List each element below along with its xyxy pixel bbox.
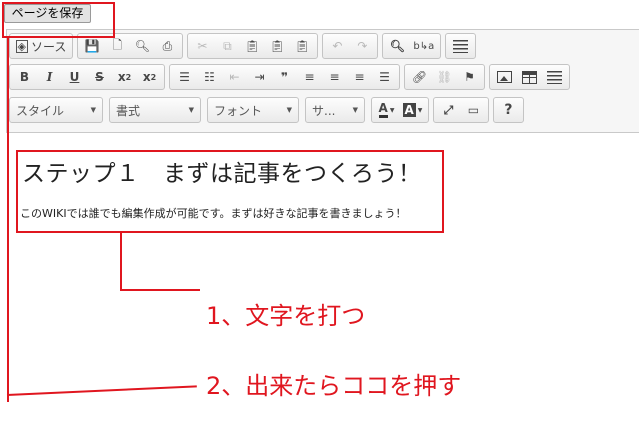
save-icon[interactable]: 💾 <box>80 35 104 57</box>
toolbar-row-3: スタイル ▼ 書式 ▼ フォント ▼ サ... ▼ A ▼ A ▼ ⤢ ▭ ? <box>9 96 528 124</box>
table-icon[interactable] <box>518 66 542 88</box>
style-dropdown[interactable]: スタイル ▼ <box>9 97 103 123</box>
help-button[interactable]: ? <box>496 99 520 121</box>
toolbar-group-basicstyles: B I U S x2 x2 <box>9 64 165 90</box>
toolbar-group-colors: A ▼ A ▼ <box>371 97 429 123</box>
chevron-down-icon: ▼ <box>188 106 194 114</box>
superscript-mark: 2 <box>150 72 157 82</box>
source-button[interactable]: ◈ ソース <box>13 35 70 57</box>
align-justify-icon[interactable]: ☰ <box>373 66 397 88</box>
numbered-list-icon[interactable]: ☰ <box>173 66 197 88</box>
source-icon: ◈ <box>15 39 28 53</box>
chevron-down-icon: ▼ <box>389 106 395 114</box>
toolbar-group-paragraph: ☰ ☷ ⇤ ⇥ ❞ ≡ ≡ ≡ ☰ <box>169 64 400 90</box>
horizontal-rule-icon[interactable] <box>543 66 567 88</box>
strikethrough-button[interactable]: S <box>88 66 112 88</box>
image-icon[interactable] <box>493 66 517 88</box>
toolbar-group-find: 🔍︎ b↳a <box>381 33 441 59</box>
subscript-base: x <box>117 70 126 84</box>
chevron-down-icon: ▼ <box>417 106 423 114</box>
chevron-down-icon: ▼ <box>286 106 292 114</box>
source-label: ソース <box>30 39 67 54</box>
align-left-icon[interactable]: ≡ <box>298 66 322 88</box>
annotation-step-2: 2、出来たらココを押す <box>206 372 462 400</box>
indent-icon[interactable]: ⇥ <box>248 66 272 88</box>
text-color-icon: A <box>378 102 388 118</box>
toolbar-group-clipboard: ✂ ⧉ 📋︎ 📋︎ 📋︎ <box>186 33 318 59</box>
unlink-icon[interactable]: ⛓ <box>433 66 457 88</box>
toolbar-group-tools: ⤢ ▭ <box>432 97 489 123</box>
undo-icon[interactable]: ↶ <box>325 35 349 57</box>
format-dropdown[interactable]: 書式 ▼ <box>109 97 201 123</box>
editor-toolbar: ◈ ソース 💾 🗋 🔍︎ ⎙ ✂ ⧉ 📋︎ 📋︎ 📋︎ ↶ ↷ 🔍︎ b↳a B… <box>6 29 639 133</box>
superscript-base: x <box>142 70 151 84</box>
bg-color-icon: A <box>402 103 416 117</box>
underline-button[interactable]: U <box>63 66 87 88</box>
maximize-icon[interactable]: ⤢ <box>436 99 460 121</box>
format-dropdown-label: 書式 <box>116 103 141 118</box>
paste-word-icon[interactable]: 📋︎ <box>290 35 314 57</box>
bold-button[interactable]: B <box>13 66 37 88</box>
align-right-icon[interactable]: ≡ <box>348 66 372 88</box>
save-button-highlight <box>2 2 115 38</box>
font-dropdown-label: フォント <box>214 103 263 118</box>
toolbar-group-help: ? <box>492 97 524 123</box>
print-icon[interactable]: ⎙ <box>155 35 179 57</box>
toolbar-group-select <box>444 33 476 59</box>
style-dropdown-label: スタイル <box>16 103 65 118</box>
annotation-line-2 <box>7 38 9 402</box>
font-dropdown[interactable]: フォント ▼ <box>207 97 299 123</box>
blockquote-button[interactable]: ❞ <box>273 66 297 88</box>
paste-icon[interactable]: 📋︎ <box>240 35 264 57</box>
subscript-mark: 2 <box>125 72 132 82</box>
bulleted-list-icon[interactable]: ☷ <box>198 66 222 88</box>
annotation-step-1: 1、文字を打つ <box>206 302 366 330</box>
paste-text-icon[interactable]: 📋︎ <box>265 35 289 57</box>
annotation-line-1 <box>120 233 122 291</box>
find-icon[interactable]: 🔍︎ <box>385 35 409 57</box>
outdent-icon[interactable]: ⇤ <box>223 66 247 88</box>
toolbar-group-undo: ↶ ↷ <box>321 33 378 59</box>
replace-icon[interactable]: b↳a <box>410 35 437 57</box>
size-dropdown[interactable]: サ... ▼ <box>305 97 365 123</box>
content-highlight <box>16 150 444 233</box>
chevron-down-icon: ▼ <box>352 106 358 114</box>
copy-icon[interactable]: ⧉ <box>215 35 239 57</box>
anchor-flag-icon[interactable]: ⚑ <box>458 66 482 88</box>
toolbar-group-links: 🔗︎ ⛓ ⚑ <box>404 64 485 90</box>
redo-icon[interactable]: ↷ <box>350 35 374 57</box>
chevron-down-icon: ▼ <box>90 106 96 114</box>
annotation-line-1b <box>120 289 200 291</box>
superscript-button[interactable]: x2 <box>138 66 162 88</box>
text-color-button[interactable]: A ▼ <box>375 99 399 121</box>
new-page-icon[interactable]: 🗋 <box>105 35 129 57</box>
show-blocks-icon[interactable]: ▭ <box>461 99 485 121</box>
link-icon[interactable]: 🔗︎ <box>408 66 432 88</box>
toolbar-group-insert <box>489 64 570 90</box>
cut-icon[interactable]: ✂ <box>190 35 214 57</box>
preview-icon[interactable]: 🔍︎ <box>130 35 154 57</box>
bg-color-button[interactable]: A ▼ <box>400 99 426 121</box>
align-center-icon[interactable]: ≡ <box>323 66 347 88</box>
subscript-button[interactable]: x2 <box>113 66 137 88</box>
size-dropdown-label: サ... <box>312 103 336 118</box>
italic-button[interactable]: I <box>38 66 62 88</box>
select-all-icon[interactable] <box>448 35 472 57</box>
toolbar-row-2: B I U S x2 x2 ☰ ☷ ⇤ ⇥ ❞ ≡ ≡ ≡ ☰ 🔗︎ ⛓ ⚑ <box>9 63 574 91</box>
